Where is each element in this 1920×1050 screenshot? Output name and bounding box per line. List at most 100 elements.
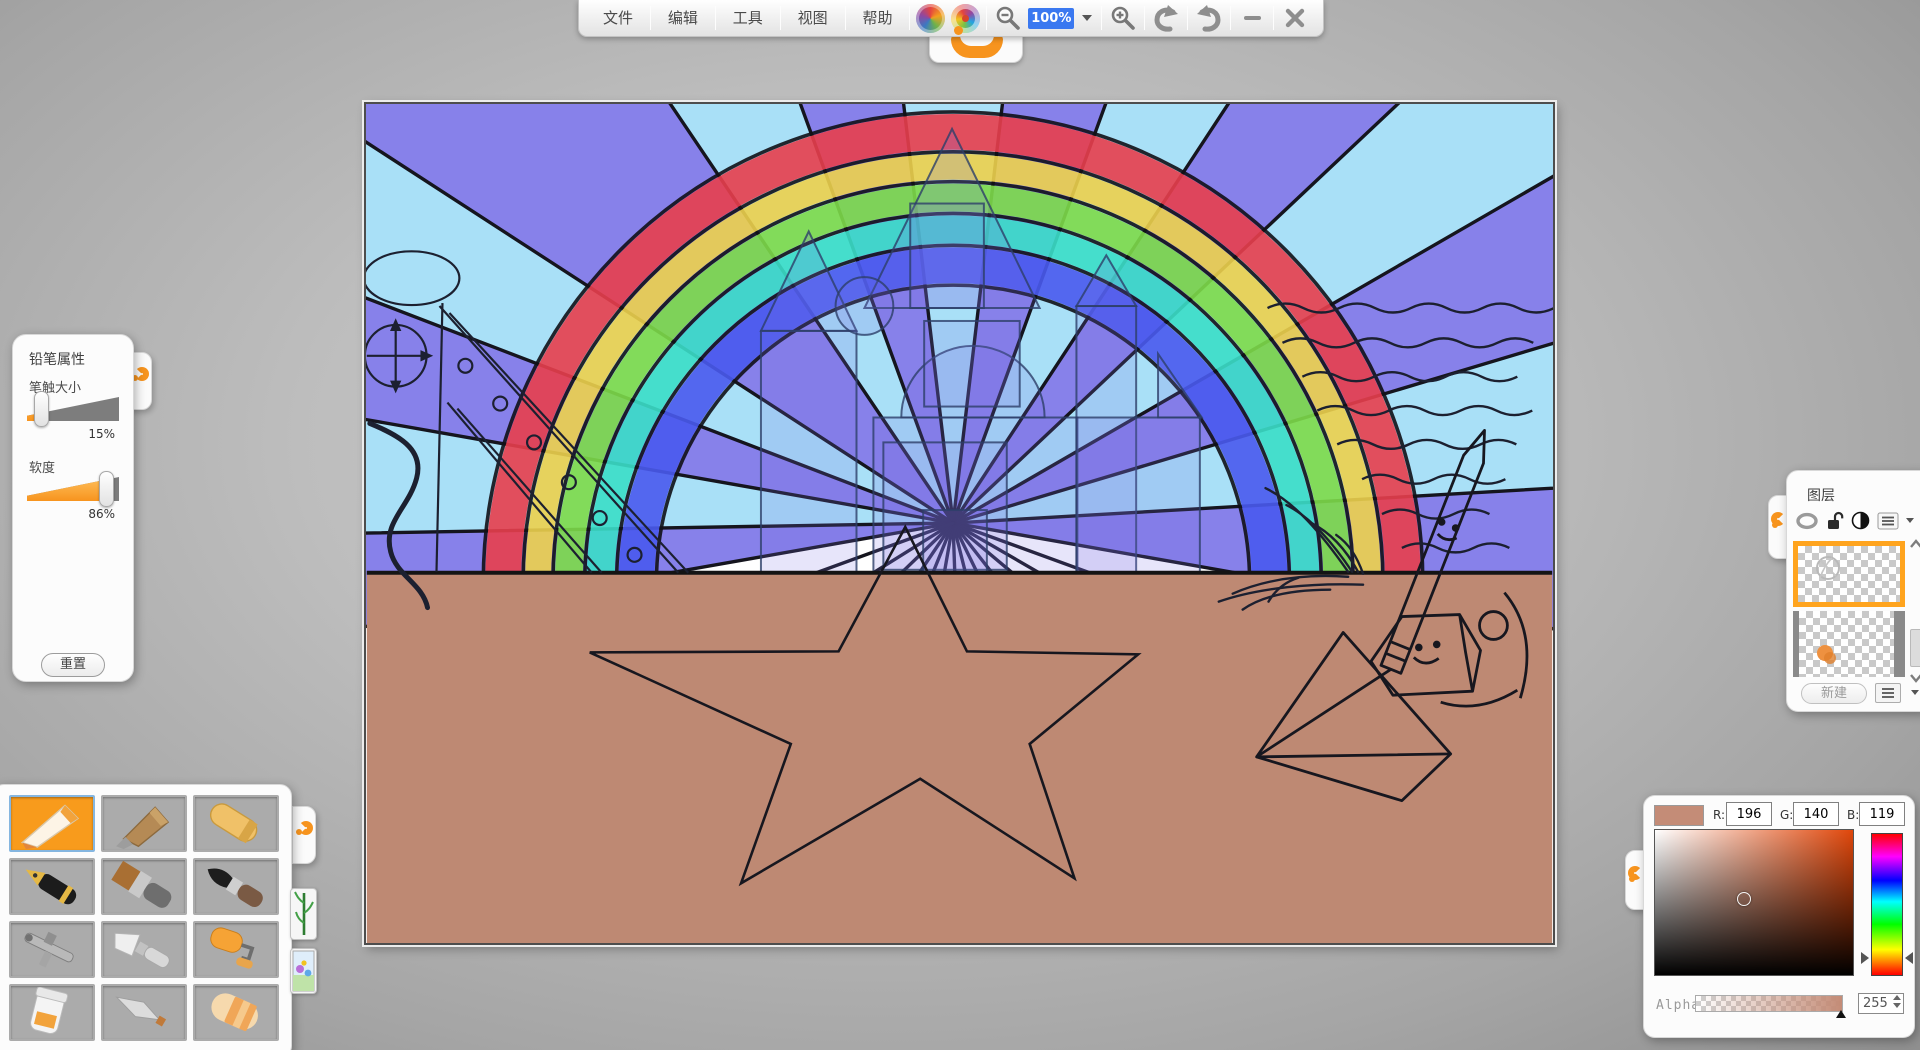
visibility-icon[interactable] <box>1795 512 1819 530</box>
color-cursor[interactable] <box>1737 892 1751 906</box>
redo-icon <box>1194 4 1224 32</box>
minimize-button[interactable] <box>1234 3 1270 33</box>
close-button[interactable] <box>1277 3 1313 33</box>
layers-panel: 图层 新建 <box>1786 470 1920 712</box>
toolbar-separator <box>1187 6 1188 30</box>
hue-bar[interactable] <box>1871 833 1903 976</box>
close-icon <box>1284 7 1306 29</box>
alpha-marker-icon[interactable] <box>1836 1010 1846 1018</box>
tool-wooden-pencil[interactable] <box>101 795 187 852</box>
bamboo-icon <box>291 889 316 939</box>
spin-down-icon[interactable] <box>1893 1003 1901 1008</box>
toolbar-separator <box>780 6 781 30</box>
tool-airbrush[interactable] <box>9 921 95 978</box>
mascot-nose-icon <box>954 26 963 35</box>
menu-view[interactable]: 视图 <box>784 5 842 32</box>
zoom-dropdown-caret[interactable] <box>1082 15 1092 21</box>
brush-size-value: 15% <box>88 427 115 441</box>
fountain-pen-icon <box>12 861 92 913</box>
app-window: 文件 编辑 工具 视图 帮助 100% <box>0 0 1920 1050</box>
toolbar-separator <box>1273 6 1274 30</box>
zoom-out-button[interactable] <box>990 3 1026 33</box>
layer-menu-caret[interactable] <box>1906 518 1914 523</box>
layer2-content <box>1799 611 1894 677</box>
layer-menu-icon[interactable] <box>1877 512 1899 530</box>
airbrush-icon <box>12 924 92 976</box>
spin-up-icon[interactable] <box>1893 995 1901 1000</box>
zoom-out-icon <box>995 5 1021 31</box>
handle-dot-icon <box>1772 522 1778 528</box>
ground <box>367 573 1552 943</box>
redo-button[interactable] <box>1191 3 1227 33</box>
sharp-pencil-icon <box>12 798 92 850</box>
brush-panel-handle[interactable] <box>292 806 316 864</box>
layer1-content <box>1798 546 1898 602</box>
toolbar-separator <box>650 6 651 30</box>
layers-options-caret[interactable] <box>1911 690 1919 695</box>
hue-marker-left-icon[interactable] <box>1861 952 1869 964</box>
tool-ink-brush[interactable] <box>193 858 279 915</box>
drawing-canvas[interactable] <box>364 102 1555 945</box>
tool-paint-roller[interactable] <box>193 921 279 978</box>
picture-icon <box>291 949 316 993</box>
tool-fountain-pen[interactable] <box>9 858 95 915</box>
tool-quill-knife[interactable] <box>101 984 187 1041</box>
hue-marker-right-icon[interactable] <box>1905 952 1913 964</box>
bamboo-template-button[interactable] <box>290 888 317 940</box>
tool-palette-knife[interactable] <box>101 921 187 978</box>
toolbar-separator <box>909 6 910 30</box>
menu-edit[interactable]: 编辑 <box>654 5 712 32</box>
mascot-smile-icon <box>951 35 1003 58</box>
layers-options-button[interactable] <box>1875 683 1901 703</box>
tool-eraser[interactable] <box>193 984 279 1041</box>
paint-roller-icon <box>196 924 276 976</box>
softness-value: 86% <box>88 507 115 521</box>
mascot-tab[interactable] <box>929 33 1023 63</box>
picture-template-button[interactable] <box>290 948 317 994</box>
clown-figure-icon[interactable] <box>916 4 945 33</box>
toolbar-separator <box>1101 6 1102 30</box>
undo-icon <box>1151 4 1181 32</box>
green-input[interactable] <box>1793 802 1839 826</box>
unlock-icon[interactable] <box>1826 511 1844 530</box>
zoom-level-value[interactable]: 100% <box>1028 8 1074 29</box>
handle-dot-icon <box>296 829 302 835</box>
tool-crayon[interactable] <box>193 795 279 852</box>
new-layer-button[interactable]: 新建 <box>1801 683 1867 704</box>
quill-knife-icon <box>104 987 184 1039</box>
alpha-slider[interactable] <box>1695 995 1843 1012</box>
tool-sharp-pencil[interactable] <box>9 795 95 852</box>
menu-help[interactable]: 帮助 <box>849 5 907 32</box>
layer-row-2[interactable] <box>1793 611 1905 677</box>
tool-paint-tube[interactable] <box>9 984 95 1041</box>
brush-tools-panel <box>0 784 292 1050</box>
green-label: G: <box>1780 808 1793 822</box>
scrollbar-thumb[interactable] <box>1910 629 1920 667</box>
zoom-in-button[interactable] <box>1105 3 1141 33</box>
undo-button[interactable] <box>1148 3 1184 33</box>
menu-file[interactable]: 文件 <box>589 5 647 32</box>
zoom-in-icon <box>1110 5 1136 31</box>
brush-size-thumb[interactable] <box>34 391 49 427</box>
ink-brush-icon <box>196 861 276 913</box>
alpha-spinner[interactable]: 255 <box>1858 993 1904 1014</box>
toolbar-separator <box>986 6 987 30</box>
saturation-value-field[interactable] <box>1654 829 1854 976</box>
opacity-icon[interactable] <box>1851 511 1870 530</box>
layer-row-1[interactable] <box>1793 541 1905 607</box>
softness-label: 软度 <box>29 457 55 476</box>
menu-tools[interactable]: 工具 <box>719 5 777 32</box>
paint-tube-icon <box>12 987 92 1039</box>
red-input[interactable] <box>1726 802 1772 826</box>
app-toolbar: 文件 编辑 工具 视图 帮助 100% <box>578 0 1324 37</box>
layers-toolbar <box>1795 511 1914 530</box>
blue-input[interactable] <box>1859 802 1905 826</box>
scroll-up-icon <box>1909 539 1920 549</box>
tool-flat-brush[interactable] <box>101 858 187 915</box>
pencil-panel-title: 铅笔属性 <box>29 349 85 369</box>
crayon-icon <box>196 798 276 850</box>
pencil-properties-panel: 铅笔属性 笔触大小 15% 软度 86% 重置 <box>12 334 134 682</box>
reset-button[interactable]: 重置 <box>41 653 105 677</box>
softness-thumb[interactable] <box>99 471 114 507</box>
layers-scrollbar[interactable] <box>1909 541 1920 681</box>
